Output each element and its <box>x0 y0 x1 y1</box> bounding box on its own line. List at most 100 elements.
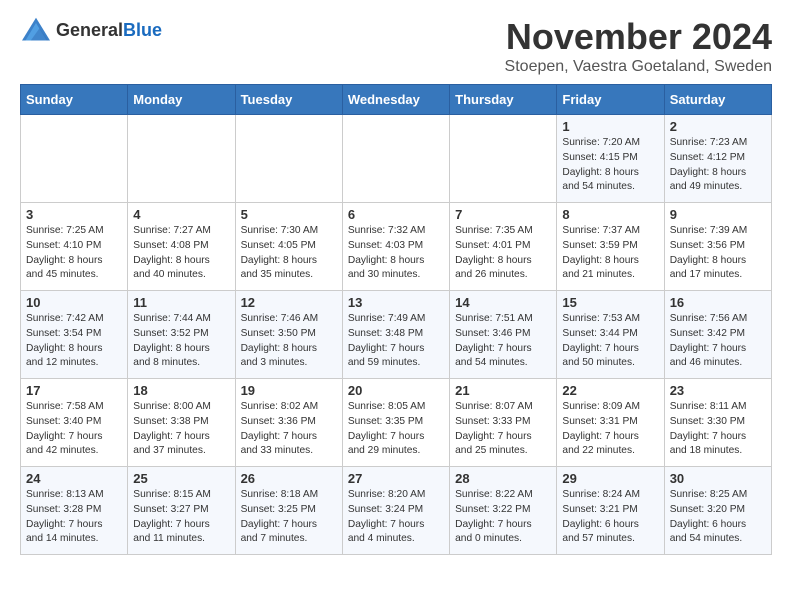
day-number: 23 <box>670 383 766 398</box>
day-number: 18 <box>133 383 229 398</box>
day-info: Sunrise: 7:37 AM Sunset: 3:59 PM Dayligh… <box>562 224 658 283</box>
calendar-cell: 23 Sunrise: 8:11 AM Sunset: 3:30 PM Dayli… <box>664 379 771 467</box>
day-info: Sunrise: 8:24 AM Sunset: 3:21 PM Dayligh… <box>562 488 658 547</box>
day-number: 10 <box>26 295 122 310</box>
title-area: November 2024 Stoepen, Vaestra Goetaland… <box>505 16 772 76</box>
day-info: Sunrise: 8:02 AM Sunset: 3:36 PM Dayligh… <box>241 400 337 459</box>
day-number: 15 <box>562 295 658 310</box>
day-info: Sunrise: 7:58 AM Sunset: 3:40 PM Dayligh… <box>26 400 122 459</box>
calendar-cell: 2 Sunrise: 7:23 AM Sunset: 4:12 PM Daylig… <box>664 115 771 203</box>
page-subtitle: Stoepen, Vaestra Goetaland, Sweden <box>505 58 772 76</box>
logo: GeneralBlue <box>20 16 162 44</box>
logo-blue: Blue <box>123 20 162 40</box>
calendar-cell: 15 Sunrise: 7:53 AM Sunset: 3:44 PM Dayli… <box>557 291 664 379</box>
calendar-cell <box>450 115 557 203</box>
calendar-header: SundayMondayTuesdayWednesdayThursdayFrid… <box>21 85 772 115</box>
logo-general: General <box>56 20 123 40</box>
calendar-cell: 14 Sunrise: 7:51 AM Sunset: 3:46 PM Dayli… <box>450 291 557 379</box>
logo-wordmark: GeneralBlue <box>56 20 162 41</box>
day-info: Sunrise: 7:46 AM Sunset: 3:50 PM Dayligh… <box>241 312 337 371</box>
day-info: Sunrise: 8:15 AM Sunset: 3:27 PM Dayligh… <box>133 488 229 547</box>
calendar-body: 1 Sunrise: 7:20 AM Sunset: 4:15 PM Daylig… <box>21 115 772 555</box>
day-number: 25 <box>133 471 229 486</box>
calendar-cell <box>342 115 449 203</box>
calendar-table: SundayMondayTuesdayWednesdayThursdayFrid… <box>20 84 772 555</box>
day-number: 22 <box>562 383 658 398</box>
calendar-week-2: 3 Sunrise: 7:25 AM Sunset: 4:10 PM Daylig… <box>21 203 772 291</box>
day-number: 17 <box>26 383 122 398</box>
day-number: 26 <box>241 471 337 486</box>
calendar-cell: 27Sunrise: 8:20 AM Sunset: 3:24 PM Dayli… <box>342 467 449 555</box>
day-info: Sunrise: 8:05 AM Sunset: 3:35 PM Dayligh… <box>348 400 444 459</box>
day-info: Sunrise: 7:23 AM Sunset: 4:12 PM Dayligh… <box>670 136 766 195</box>
calendar-cell: 25 Sunrise: 8:15 AM Sunset: 3:27 PM Dayli… <box>128 467 235 555</box>
header: GeneralBlue November 2024 Stoepen, Vaest… <box>20 16 772 76</box>
day-info: Sunrise: 7:35 AM Sunset: 4:01 PM Dayligh… <box>455 224 551 283</box>
calendar-cell: 9 Sunrise: 7:39 AM Sunset: 3:56 PM Daylig… <box>664 203 771 291</box>
calendar-cell: 7Sunrise: 7:35 AM Sunset: 4:01 PM Daylig… <box>450 203 557 291</box>
day-info: Sunrise: 7:44 AM Sunset: 3:52 PM Dayligh… <box>133 312 229 371</box>
calendar-cell <box>128 115 235 203</box>
day-number: 29 <box>562 471 658 486</box>
day-number: 19 <box>241 383 337 398</box>
day-number: 9 <box>670 207 766 222</box>
day-info: Sunrise: 8:11 AM Sunset: 3:30 PM Dayligh… <box>670 400 766 459</box>
calendar-cell: 26 Sunrise: 8:18 AM Sunset: 3:25 PM Dayli… <box>235 467 342 555</box>
page-title: November 2024 <box>505 16 772 58</box>
day-number: 13 <box>348 295 444 310</box>
calendar-cell: 29 Sunrise: 8:24 AM Sunset: 3:21 PM Dayli… <box>557 467 664 555</box>
header-cell-wednesday: Wednesday <box>342 85 449 115</box>
day-info: Sunrise: 8:09 AM Sunset: 3:31 PM Dayligh… <box>562 400 658 459</box>
day-number: 12 <box>241 295 337 310</box>
day-info: Sunrise: 7:32 AM Sunset: 4:03 PM Dayligh… <box>348 224 444 283</box>
calendar-cell <box>235 115 342 203</box>
day-info: Sunrise: 7:49 AM Sunset: 3:48 PM Dayligh… <box>348 312 444 371</box>
day-number: 16 <box>670 295 766 310</box>
calendar-week-4: 17 Sunrise: 7:58 AM Sunset: 3:40 PM Dayli… <box>21 379 772 467</box>
header-cell-friday: Friday <box>557 85 664 115</box>
day-number: 8 <box>562 207 658 222</box>
day-info: Sunrise: 8:20 AM Sunset: 3:24 PM Dayligh… <box>348 488 444 547</box>
day-info: Sunrise: 7:39 AM Sunset: 3:56 PM Dayligh… <box>670 224 766 283</box>
calendar-cell: 1 Sunrise: 7:20 AM Sunset: 4:15 PM Daylig… <box>557 115 664 203</box>
calendar-cell: 11 Sunrise: 7:44 AM Sunset: 3:52 PM Dayli… <box>128 291 235 379</box>
calendar-cell: 17 Sunrise: 7:58 AM Sunset: 3:40 PM Dayli… <box>21 379 128 467</box>
day-number: 6 <box>348 207 444 222</box>
day-info: Sunrise: 7:56 AM Sunset: 3:42 PM Dayligh… <box>670 312 766 371</box>
day-number: 11 <box>133 295 229 310</box>
day-number: 5 <box>241 207 337 222</box>
day-number: 24 <box>26 471 122 486</box>
calendar-cell: 12 Sunrise: 7:46 AM Sunset: 3:50 PM Dayli… <box>235 291 342 379</box>
day-info: Sunrise: 8:25 AM Sunset: 3:20 PM Dayligh… <box>670 488 766 547</box>
day-info: Sunrise: 7:53 AM Sunset: 3:44 PM Dayligh… <box>562 312 658 371</box>
day-number: 14 <box>455 295 551 310</box>
day-number: 30 <box>670 471 766 486</box>
calendar-cell: 20Sunrise: 8:05 AM Sunset: 3:35 PM Dayli… <box>342 379 449 467</box>
day-info: Sunrise: 8:13 AM Sunset: 3:28 PM Dayligh… <box>26 488 122 547</box>
day-number: 1 <box>562 119 658 134</box>
day-number: 4 <box>133 207 229 222</box>
calendar-cell: 24 Sunrise: 8:13 AM Sunset: 3:28 PM Dayli… <box>21 467 128 555</box>
calendar-cell: 21Sunrise: 8:07 AM Sunset: 3:33 PM Dayli… <box>450 379 557 467</box>
day-info: Sunrise: 8:07 AM Sunset: 3:33 PM Dayligh… <box>455 400 551 459</box>
day-info: Sunrise: 8:18 AM Sunset: 3:25 PM Dayligh… <box>241 488 337 547</box>
day-info: Sunrise: 7:20 AM Sunset: 4:15 PM Dayligh… <box>562 136 658 195</box>
calendar-cell: 18Sunrise: 8:00 AM Sunset: 3:38 PM Dayli… <box>128 379 235 467</box>
header-row: SundayMondayTuesdayWednesdayThursdayFrid… <box>21 85 772 115</box>
day-number: 2 <box>670 119 766 134</box>
logo-icon <box>20 16 52 44</box>
day-info: Sunrise: 8:22 AM Sunset: 3:22 PM Dayligh… <box>455 488 551 547</box>
header-cell-tuesday: Tuesday <box>235 85 342 115</box>
day-number: 3 <box>26 207 122 222</box>
calendar-cell: 19 Sunrise: 8:02 AM Sunset: 3:36 PM Dayli… <box>235 379 342 467</box>
calendar-cell: 28 Sunrise: 8:22 AM Sunset: 3:22 PM Dayli… <box>450 467 557 555</box>
day-info: Sunrise: 7:30 AM Sunset: 4:05 PM Dayligh… <box>241 224 337 283</box>
day-info: Sunrise: 7:51 AM Sunset: 3:46 PM Dayligh… <box>455 312 551 371</box>
calendar-cell <box>21 115 128 203</box>
calendar-week-3: 10Sunrise: 7:42 AM Sunset: 3:54 PM Dayli… <box>21 291 772 379</box>
calendar-cell: 6 Sunrise: 7:32 AM Sunset: 4:03 PM Daylig… <box>342 203 449 291</box>
day-number: 28 <box>455 471 551 486</box>
calendar-cell: 16 Sunrise: 7:56 AM Sunset: 3:42 PM Dayli… <box>664 291 771 379</box>
day-info: Sunrise: 7:25 AM Sunset: 4:10 PM Dayligh… <box>26 224 122 283</box>
calendar-cell: 10Sunrise: 7:42 AM Sunset: 3:54 PM Dayli… <box>21 291 128 379</box>
